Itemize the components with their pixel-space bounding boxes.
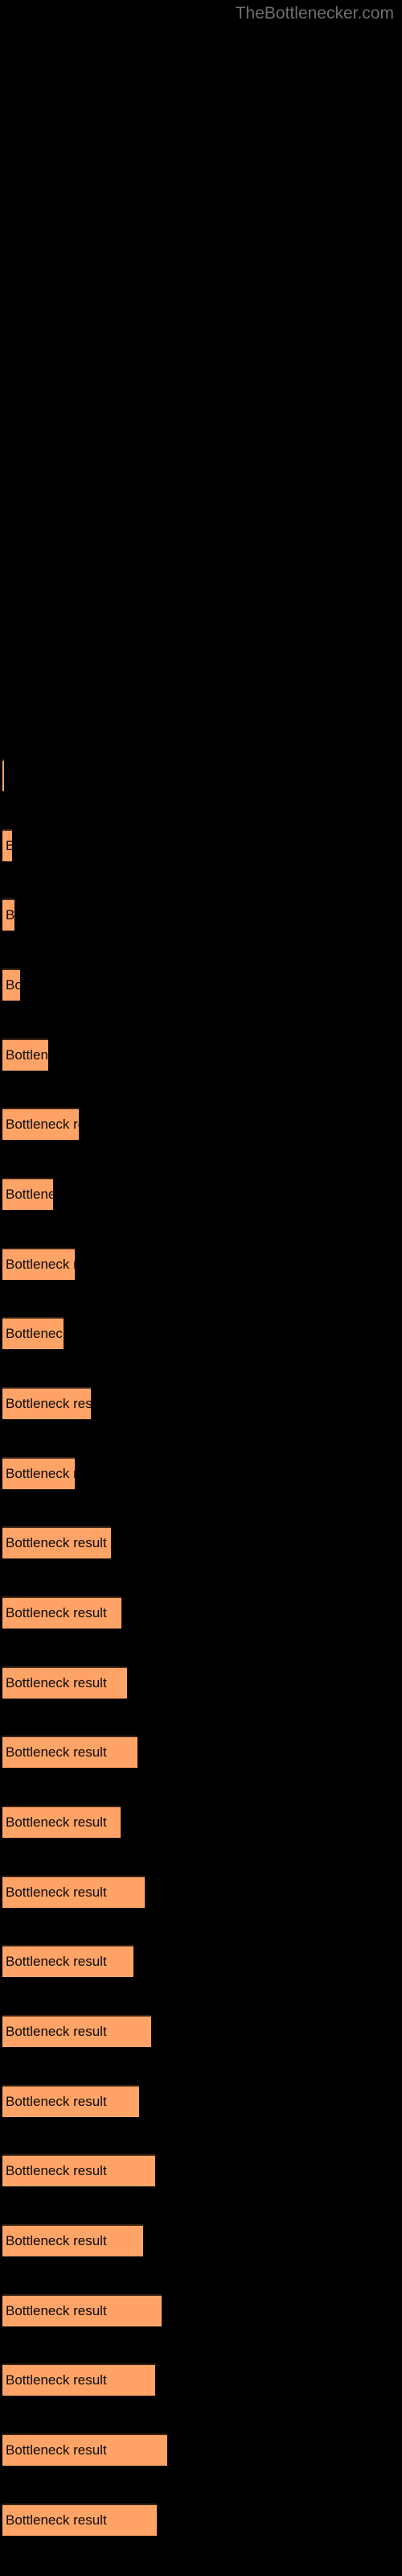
- bar-label: Bottleneck result: [6, 1814, 107, 1830]
- chart-plot-area: Bottleneck result Bottleneck result Bottle…: [0, 0, 402, 2576]
- bar-label: Bottleneck result: [6, 1605, 107, 1620]
- bar-label: Bottleneck result: [6, 1187, 53, 1202]
- bar-label: Bottleneck result: [6, 1466, 75, 1481]
- bar-bottleneck-result[interactable]: Bottleneck result: [2, 2154, 155, 2186]
- bar-bottleneck-result[interactable]: Bottleneck result: [2, 2015, 151, 2047]
- bar-label: Bottleneck result: [6, 1326, 64, 1341]
- bar-label: Bottleneck result: [6, 837, 12, 855]
- bar-bottleneck-result[interactable]: Bottleneck result: [2, 2085, 139, 2117]
- bar-bottleneck-result[interactable]: Bottleneck result: [2, 1806, 121, 1838]
- bar-bottleneck-result[interactable]: Bottleneck result: [2, 1666, 127, 1699]
- bar-label: Bottleneck result: [6, 1744, 107, 1760]
- bar-bottleneck-result[interactable]: Bottleneck result: [2, 1876, 145, 1908]
- bar-bottleneck-result[interactable]: Bottleneck result: [2, 829, 12, 861]
- bar-label: Bottleneck result: [6, 1257, 75, 1272]
- bar-bottleneck-result[interactable]: Bottleneck result: [2, 1248, 75, 1280]
- bar-label: Bottleneck result: [6, 2372, 107, 2388]
- bar-bottleneck-result[interactable]: Bottleneck result: [2, 1945, 133, 1977]
- bar-bottleneck-result[interactable]: Bottleneck result: [2, 898, 14, 931]
- bar-label: Bottleneck result: [6, 2303, 107, 2318]
- bar-bottleneck-result[interactable]: Bottleneck result: [2, 1526, 111, 1558]
- bar-bottleneck-result[interactable]: Bottleneck result: [2, 2294, 162, 2326]
- bar-label: Bottleneck result: [6, 2512, 107, 2528]
- bar-label: Bottleneck result: [6, 1954, 107, 1969]
- bar-label: Bottleneck result: [6, 1047, 48, 1063]
- bar-bottleneck-result[interactable]: Bottleneck result: [2, 2363, 155, 2396]
- bar-bottleneck-result[interactable]: Bottleneck result: [2, 1736, 137, 1768]
- bar-bottleneck-result[interactable]: Bottleneck result: [2, 2224, 143, 2256]
- bar-label: Bottleneck result: [6, 1675, 107, 1690]
- bar-label: Bottleneck result: [6, 977, 20, 993]
- bar-label: Bottleneck result: [6, 2442, 107, 2458]
- bar-bottleneck-result[interactable]: Bottleneck result: [2, 2504, 157, 2536]
- bar-bottleneck-result[interactable]: Bottleneck result: [2, 759, 4, 791]
- bar-label: Bottleneck result: [6, 1117, 79, 1132]
- bar-bottleneck-result[interactable]: Bottleneck result: [2, 1387, 91, 1419]
- bar-label: Bottleneck result: [6, 1885, 107, 1900]
- bar-label: Bottleneck result: [6, 2233, 107, 2248]
- bar-label: Bottleneck result: [6, 2094, 107, 2109]
- bar-label: Bottleneck result: [6, 2024, 107, 2039]
- bar-label: Bottleneck result: [6, 1396, 91, 1411]
- bar-bottleneck-result[interactable]: Bottleneck result: [2, 1178, 53, 1210]
- bar-label: Bottleneck result: [6, 1535, 107, 1550]
- bar-bottleneck-result[interactable]: Bottleneck result: [2, 1108, 79, 1140]
- bar-label: Bottleneck result: [6, 907, 14, 923]
- bar-bottleneck-result[interactable]: Bottleneck result: [2, 968, 20, 1001]
- bar-bottleneck-result[interactable]: Bottleneck result: [2, 1457, 75, 1489]
- bar-bottleneck-result[interactable]: Bottleneck result: [2, 1038, 48, 1071]
- bottleneck-chart-page: TheBottlenecker.com Bottleneck resultBot…: [0, 0, 402, 2576]
- bar-bottleneck-result[interactable]: Bottleneck result: [2, 1596, 121, 1629]
- bar-label: Bottleneck result: [6, 2163, 107, 2178]
- bar-bottleneck-result[interactable]: Bottleneck result: [2, 2434, 167, 2466]
- bar-bottleneck-result[interactable]: Bottleneck result: [2, 1317, 64, 1349]
